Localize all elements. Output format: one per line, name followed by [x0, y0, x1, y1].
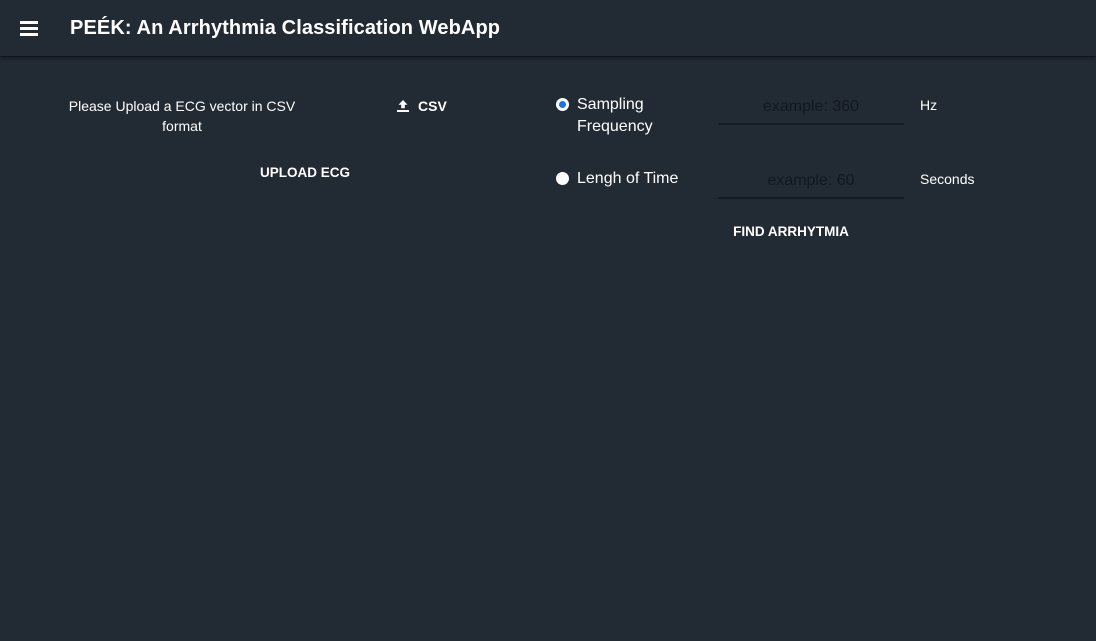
upload-ecg-button[interactable]: UPLOAD ECG [252, 162, 358, 184]
main-content: Please Upload a ECG vector in CSV format… [0, 56, 1096, 641]
sampling-frequency-label: Sampling Frequency [577, 96, 653, 135]
csv-upload-button[interactable]: CSV [396, 94, 447, 118]
upload-icon [397, 100, 409, 112]
app-bar: PEÉK: An Arrhythmia Classification WebAp… [0, 0, 1096, 56]
time-unit: Seconds [920, 171, 975, 187]
length-of-time-option[interactable]: Lengh of Time [556, 168, 706, 190]
find-arrhythmia-button[interactable]: FIND ARRHYTMIA [726, 222, 856, 242]
hamburger-menu-glyph [20, 20, 38, 36]
app-title: PEÉK: An Arrhythmia Classification WebAp… [70, 17, 501, 39]
hamburger-menu-icon[interactable] [14, 12, 44, 44]
sampling-frequency-input[interactable] [718, 91, 904, 124]
length-of-time-radio[interactable] [556, 172, 569, 185]
sampling-frequency-option[interactable]: Sampling Frequency [556, 94, 696, 138]
length-of-time-label: Lengh of Time [577, 170, 679, 187]
sampling-frequency-radio[interactable] [556, 98, 569, 111]
frequency-unit: Hz [920, 97, 938, 113]
length-of-time-input[interactable] [718, 165, 904, 198]
csv-button-label: CSV [418, 98, 447, 114]
upload-instruction: Please Upload a ECG vector in CSV format [68, 98, 296, 134]
